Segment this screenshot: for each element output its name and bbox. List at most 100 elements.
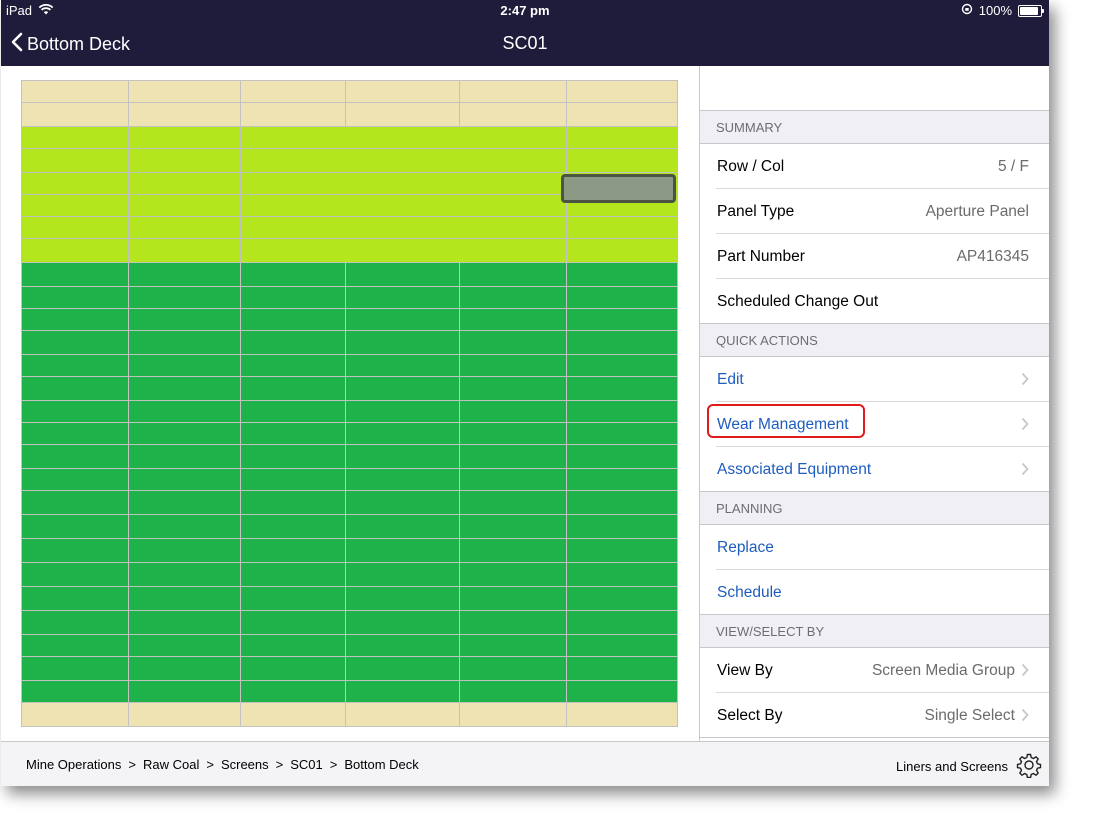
deck-panel-cell[interactable] [20,634,130,657]
deck-panel-cell[interactable] [345,126,460,149]
deck-panel-cell[interactable] [20,702,130,727]
schedule-action[interactable]: Schedule [700,570,1049,615]
deck-panel-cell[interactable] [239,286,347,309]
deck-panel-cell[interactable] [239,444,347,469]
deck-panel-cell[interactable] [345,634,460,657]
deck-panel-cell[interactable] [345,238,460,263]
deck-panel-cell[interactable] [128,330,241,355]
deck-panel-cell[interactable] [239,702,347,727]
deck-panel-cell[interactable] [128,514,241,539]
deck-panel-cell[interactable] [345,172,460,195]
deck-panel-cell[interactable] [20,586,130,611]
deck-panel-cell[interactable] [20,238,130,263]
deck-panel-cell[interactable] [566,376,678,401]
deck-panel-cell[interactable] [566,80,678,103]
deck-panel-cell[interactable] [458,148,568,173]
breadcrumb-item[interactable]: Bottom Deck [344,757,418,772]
deck-panel-cell[interactable] [239,400,347,423]
deck-panel-cell[interactable] [345,656,460,681]
deck-panel-cell[interactable] [458,610,568,635]
deck-panel-cell[interactable] [20,680,130,703]
deck-panel-cell[interactable] [345,538,460,563]
deck-panel-cell[interactable] [128,238,241,263]
deck-panel-cell[interactable] [458,656,568,681]
deck-panel-cell[interactable] [345,330,460,355]
deck-panel-cell[interactable] [20,538,130,563]
deck-panel-cell[interactable] [566,634,678,657]
deck-panel-cell[interactable] [239,610,347,635]
deck-panel-cell[interactable] [20,422,130,445]
deck-panel-cell[interactable] [458,126,568,149]
deck-panel-cell[interactable] [239,562,347,587]
deck-panel-cell[interactable] [239,194,347,217]
deck-panel-cell[interactable] [458,330,568,355]
deck-panel-cell[interactable] [20,400,130,423]
deck-panel-cell[interactable] [458,702,568,727]
deck-panel-cell[interactable] [239,216,347,239]
selected-panel[interactable] [561,174,676,203]
select-by-row[interactable]: Select By Single Select [700,693,1049,738]
deck-panel-cell[interactable] [566,680,678,703]
deck-panel-cell[interactable] [20,102,130,127]
deck-panel-cell[interactable] [458,216,568,239]
deck-panel-cell[interactable] [128,400,241,423]
deck-panel-cell[interactable] [458,194,568,217]
deck-panel-cell[interactable] [566,610,678,635]
deck-panel-cell[interactable] [566,216,678,239]
deck-panel-cell[interactable] [239,80,347,103]
deck-panel-cell[interactable] [239,656,347,681]
deck-panel-cell[interactable] [20,610,130,635]
deck-panel-cell[interactable] [239,330,347,355]
deck-panel-cell[interactable] [128,262,241,287]
deck-panel-cell[interactable] [458,262,568,287]
deck-panel-cell[interactable] [128,422,241,445]
deck-panel-cell[interactable] [345,354,460,377]
deck-panel-cell[interactable] [345,308,460,331]
deck-panel-cell[interactable] [566,702,678,727]
breadcrumb-item[interactable]: Screens [221,757,269,772]
deck-panel-cell[interactable] [20,656,130,681]
deck-panel-cell[interactable] [566,586,678,611]
deck-panel-cell[interactable] [239,376,347,401]
gear-icon[interactable] [1016,752,1042,781]
deck-panel-cell[interactable] [458,586,568,611]
deck-panel-cell[interactable] [566,308,678,331]
breadcrumb-item[interactable]: Mine Operations [26,757,121,772]
deck-panel-cell[interactable] [458,562,568,587]
deck-panel-cell[interactable] [566,354,678,377]
deck-panel-cell[interactable] [20,514,130,539]
deck-panel-cell[interactable] [458,444,568,469]
deck-panel-cell[interactable] [458,490,568,515]
deck-panel-cell[interactable] [239,680,347,703]
associated-equipment-action[interactable]: Associated Equipment [700,447,1049,492]
deck-panel-cell[interactable] [345,468,460,491]
deck-panel-cell[interactable] [239,422,347,445]
deck-panel-cell[interactable] [239,148,347,173]
deck-panel-cell[interactable] [128,680,241,703]
deck-panel-cell[interactable] [345,610,460,635]
deck-panel-cell[interactable] [566,238,678,263]
deck-panel-cell[interactable] [345,286,460,309]
deck-panel-cell[interactable] [128,538,241,563]
deck-panel-cell[interactable] [458,286,568,309]
deck-panel-cell[interactable] [239,468,347,491]
deck-panel-cell[interactable] [239,172,347,195]
deck-panel-cell[interactable] [20,330,130,355]
deck-panel-cell[interactable] [20,126,130,149]
deck-panel-cell[interactable] [128,172,241,195]
deck-panel-cell[interactable] [345,262,460,287]
deck-panel-cell[interactable] [20,468,130,491]
deck-panel-cell[interactable] [566,490,678,515]
deck-panel-cell[interactable] [458,308,568,331]
deck-panel-cell[interactable] [239,126,347,149]
deck-panel-cell[interactable] [345,216,460,239]
deck-panel-cell[interactable] [239,238,347,263]
deck-panel-cell[interactable] [566,514,678,539]
deck-panel-cell[interactable] [239,538,347,563]
deck-panel-cell[interactable] [239,514,347,539]
deck-panel-cell[interactable] [239,586,347,611]
edit-action[interactable]: Edit [700,357,1049,402]
deck-panel-cell[interactable] [345,490,460,515]
deck-panel-cell[interactable] [566,562,678,587]
deck-panel-cell[interactable] [345,586,460,611]
